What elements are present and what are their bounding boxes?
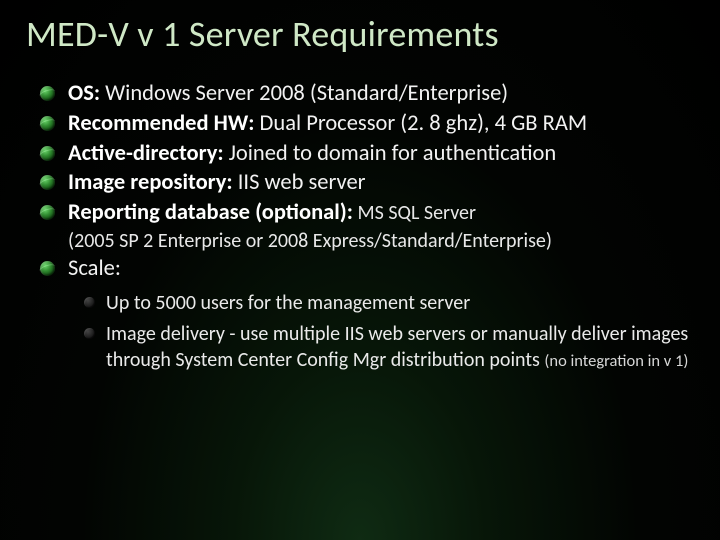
sub-item-text: Up to 5000 users for the management serv… xyxy=(106,291,470,315)
item-text: Windows Server 2008 (Standard/Enterprise… xyxy=(100,80,508,107)
slide-title: MED-V v 1 Server Requirements xyxy=(26,14,694,55)
item-text: : xyxy=(115,255,121,282)
bullet-list: OS: Windows Server 2008 (Standard/Enterp… xyxy=(26,79,694,284)
list-item: Reporting database (optional): MS SQL Se… xyxy=(36,198,694,254)
item-text: Joined to domain for authentication xyxy=(224,140,557,167)
item-label: OS: xyxy=(68,80,100,107)
item-label: Active-directory: xyxy=(68,140,224,167)
item-label: Recommended HW: xyxy=(68,110,254,137)
list-item: Image repository: IIS web server xyxy=(36,168,694,198)
sub-list: Up to 5000 users for the management serv… xyxy=(26,290,694,374)
item-aside: (2005 SP 2 Enterprise or 2008 Express/St… xyxy=(68,228,694,254)
sub-list-item: Up to 5000 users for the management serv… xyxy=(82,290,694,317)
item-text: Dual Processor (2. 8 ghz), 4 GB RAM xyxy=(254,110,587,137)
list-item: Scale: xyxy=(36,254,694,284)
sub-list-item: Image delivery - use multiple IIS web se… xyxy=(82,321,694,374)
item-label: Reporting database (optional): xyxy=(68,199,353,226)
item-text: IIS web server xyxy=(233,169,366,196)
list-item: Active-directory: Joined to domain for a… xyxy=(36,139,694,169)
item-text: MS SQL Server xyxy=(353,201,476,225)
sub-item-small: (no integration in v 1) xyxy=(544,351,688,371)
item-label: Image repository: xyxy=(68,169,233,196)
item-label: Scale xyxy=(68,255,115,282)
list-item: Recommended HW: Dual Processor (2. 8 ghz… xyxy=(36,109,694,139)
slide: MED-V v 1 Server Requirements OS: Window… xyxy=(0,0,720,540)
list-item: OS: Windows Server 2008 (Standard/Enterp… xyxy=(36,79,694,109)
